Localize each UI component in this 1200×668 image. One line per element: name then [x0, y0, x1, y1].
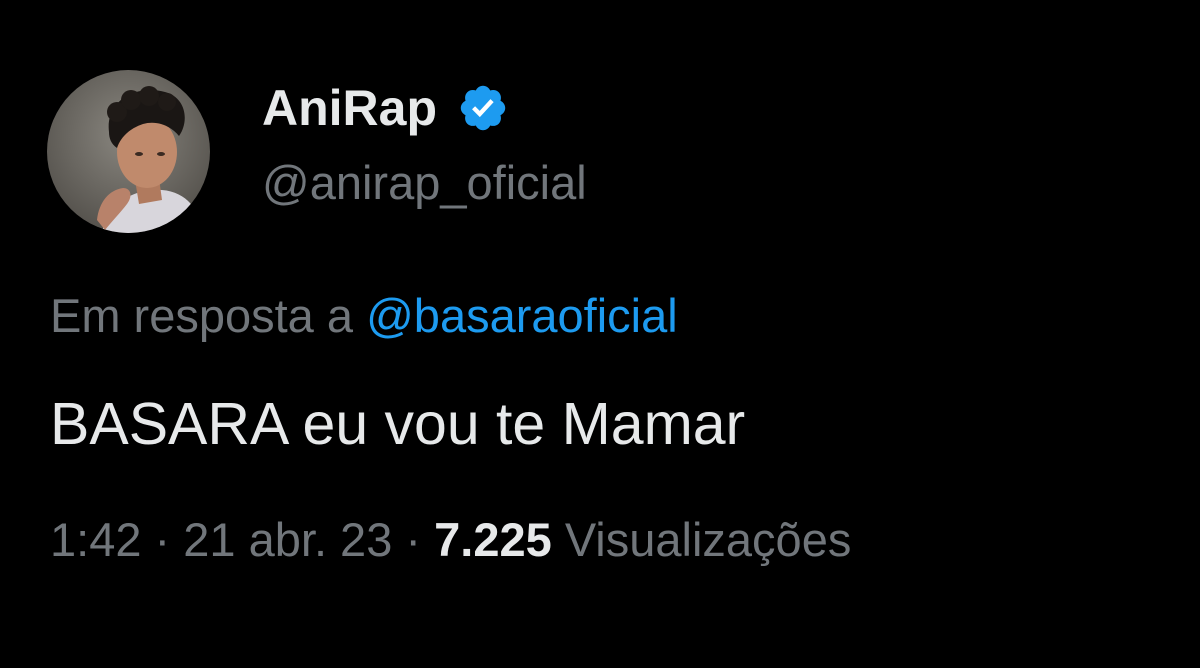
author-handle[interactable]: @anirap_oficial [262, 155, 587, 210]
reply-mention-link[interactable]: @basaraoficial [366, 289, 678, 342]
author-name-row: AniRap [262, 76, 509, 140]
profile-photo [47, 70, 210, 233]
tweet: AniRap @anirap_oficial Em resposta a @ba… [0, 0, 1200, 668]
tweet-text: BASARA eu vou te Mamar [50, 391, 746, 457]
views-count: 7.225 [434, 513, 552, 566]
verified-badge-icon[interactable] [457, 82, 509, 134]
reply-prefix: Em resposta a [50, 289, 354, 342]
tweet-date[interactable]: 21 abr. 23 [183, 513, 392, 566]
meta-separator: · [154, 513, 171, 566]
display-name[interactable]: AniRap [262, 79, 437, 137]
avatar[interactable] [47, 70, 210, 233]
meta-separator: · [405, 513, 422, 566]
views-label: Visualizações [564, 513, 852, 566]
tweet-meta: 1:42 · 21 abr. 23 · 7.225 Visualizações [50, 512, 851, 567]
reply-context: Em resposta a @basaraoficial [50, 288, 678, 343]
tweet-time[interactable]: 1:42 [50, 513, 141, 566]
